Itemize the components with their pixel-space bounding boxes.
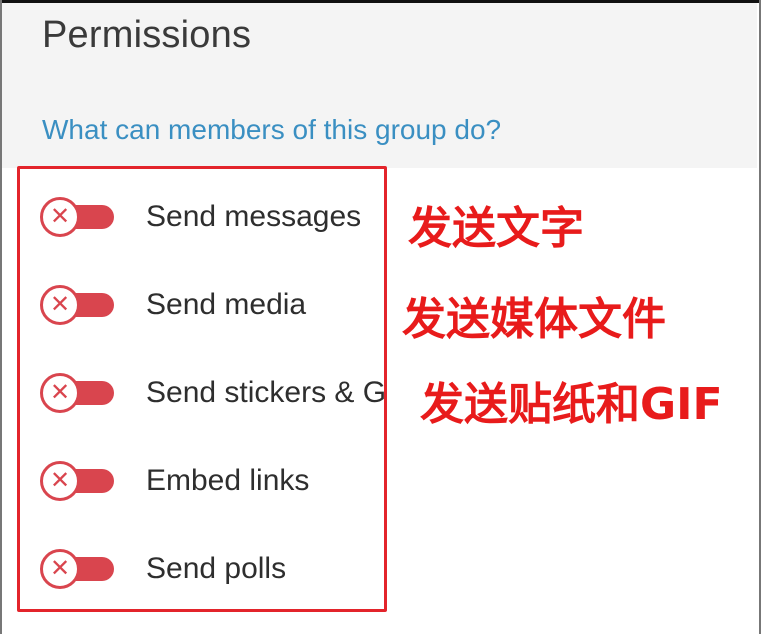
annotation-send-stickers: 发送贴纸和GIF: [420, 379, 723, 430]
permission-row-send-messages: ✕ Send messages: [40, 197, 390, 237]
embed-links-toggle[interactable]: ✕: [40, 461, 116, 501]
annotation-send-text: 发送文字: [408, 203, 584, 254]
permission-row-embed-links: ✕ Embed links: [40, 461, 390, 501]
top-divider: [0, 0, 761, 3]
x-icon: ✕: [40, 461, 80, 501]
page-title: Permissions: [42, 14, 252, 56]
permission-label: Send polls: [146, 552, 287, 585]
permission-label: Send messages: [146, 200, 362, 233]
x-icon: ✕: [40, 549, 80, 589]
x-icon: ✕: [40, 197, 80, 237]
permission-row-send-polls: ✕ Send polls: [40, 549, 390, 589]
send-stickers-toggle[interactable]: ✕: [40, 373, 116, 413]
left-edge-divider: [0, 0, 2, 634]
x-icon: ✕: [40, 373, 80, 413]
annotation-send-media: 发送媒体文件: [402, 294, 666, 345]
send-messages-toggle[interactable]: ✕: [40, 197, 116, 237]
section-subtitle: What can members of this group do?: [42, 114, 502, 145]
permission-label: Embed links: [146, 464, 310, 497]
permission-row-send-media: ✕ Send media: [40, 285, 390, 325]
permission-label: Send media: [146, 288, 307, 321]
send-polls-toggle[interactable]: ✕: [40, 549, 116, 589]
send-media-toggle[interactable]: ✕: [40, 285, 116, 325]
permission-row-send-stickers: ✕ Send stickers & GIFs: [40, 373, 390, 413]
permission-label: Send stickers & GIFs: [146, 376, 386, 409]
x-icon: ✕: [40, 285, 80, 325]
